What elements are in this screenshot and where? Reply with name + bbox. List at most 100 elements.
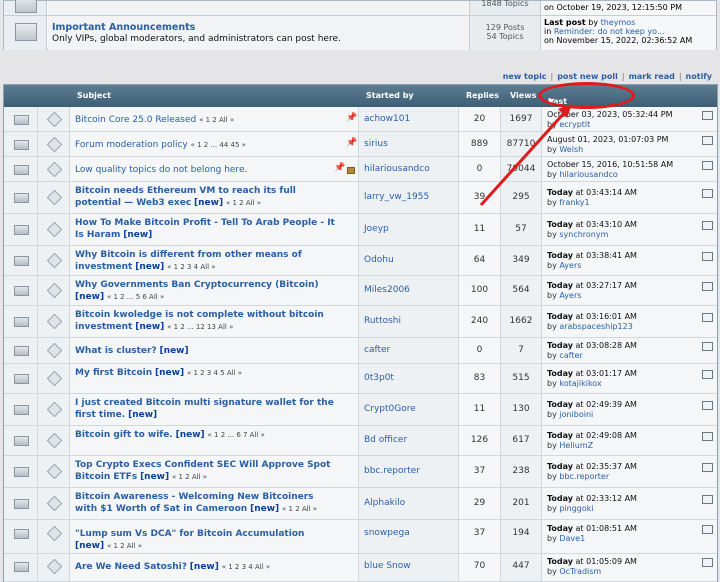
go-to-last-post-icon[interactable] (702, 495, 713, 504)
page-links[interactable]: « 1 2 All » (172, 473, 207, 481)
new-badge[interactable]: [new] (194, 198, 223, 208)
topic-starter-link[interactable]: blue Snow (364, 561, 411, 571)
last-post-user-link[interactable]: ecryptit (559, 120, 590, 129)
topic-starter-link[interactable]: Ruttoshi (364, 316, 401, 326)
new-topic-link[interactable]: new topic (503, 72, 547, 81)
last-post-user-link[interactable]: franky1 (559, 198, 589, 207)
page-links[interactable]: « 1 2 ... 5 6 All » (107, 293, 164, 301)
topic-row[interactable]: Why Governments Ban Cryptocurrency (Bitc… (4, 276, 717, 306)
topic-starter-link[interactable]: larry_vw_1955 (364, 192, 429, 202)
page-links[interactable]: « 1 2 3 4 All » (167, 263, 215, 271)
last-post-topic[interactable]: Reminder: do not keep yo... (554, 27, 665, 36)
topic-title-link[interactable]: Bitcoin Core 25.0 Released (75, 115, 196, 125)
topic-row[interactable]: "Lump sum Vs DCA" for Bitcoin Accumulati… (4, 520, 717, 554)
topic-row[interactable]: Why Bitcoin is different from other mean… (4, 246, 717, 276)
topic-title-link[interactable]: My first Bitcoin (75, 368, 152, 378)
new-badge[interactable]: [new] (160, 346, 189, 356)
page-links[interactable]: « 1 2 All » (107, 542, 142, 550)
topic-row[interactable]: Top Crypto Execs Confident SEC Will Appr… (4, 456, 717, 488)
go-to-last-post-icon[interactable] (702, 282, 713, 291)
replies-header[interactable]: Replies (466, 91, 499, 100)
topic-row[interactable]: Are We Need Satoshi? [new] « 1 2 3 4 All… (4, 554, 717, 582)
subject-header[interactable]: Subject (77, 91, 111, 100)
topic-title-link[interactable]: What is cluster? (75, 346, 157, 356)
go-to-last-post-icon[interactable] (702, 189, 713, 198)
last-post-user-link[interactable]: bbc.reporter (559, 472, 609, 481)
topic-starter-link[interactable]: cafter (364, 345, 390, 355)
page-links[interactable]: « 1 2 All » (282, 505, 317, 513)
topic-row[interactable]: Bitcoin Core 25.0 Released « 1 2 All » a… (4, 107, 717, 132)
new-badge[interactable]: [new] (135, 322, 164, 332)
page-links[interactable]: « 1 2 All » (226, 199, 261, 207)
new-badge[interactable]: [new] (75, 541, 104, 551)
topic-title-link[interactable]: Bitcoin needs Ethereum VM to reach its f… (75, 186, 296, 208)
topic-starter-link[interactable]: bbc.reporter (364, 466, 420, 476)
topic-title-link[interactable]: Why Governments Ban Cryptocurrency (Bitc… (75, 280, 319, 290)
go-to-last-post-icon[interactable] (702, 558, 713, 567)
new-badge[interactable]: [new] (140, 472, 169, 482)
new-badge[interactable]: [new] (250, 504, 279, 514)
topic-starter-link[interactable]: Crypt0Gore (364, 404, 416, 414)
go-to-last-post-icon[interactable] (702, 252, 713, 261)
go-to-last-post-icon[interactable] (702, 313, 713, 322)
topic-title-link[interactable]: Bitcoin gift to wife. (75, 430, 173, 440)
go-to-last-post-icon[interactable] (702, 136, 713, 145)
new-badge[interactable]: [new] (128, 410, 157, 420)
go-to-last-post-icon[interactable] (702, 221, 713, 230)
go-to-last-post-icon[interactable] (702, 370, 713, 379)
page-links[interactable]: « 1 2 ... 12 13 All » (167, 323, 233, 331)
last-post-user[interactable]: theymos (601, 18, 636, 27)
new-badge[interactable]: [new] (123, 230, 152, 240)
last-post-user-link[interactable]: hilariousandco (559, 170, 617, 179)
topic-title-link[interactable]: "Lump sum Vs DCA" for Bitcoin Accumulati… (75, 529, 304, 539)
new-badge[interactable]: [new] (190, 562, 219, 572)
topic-title-link[interactable]: Forum moderation policy (75, 140, 188, 150)
views-header[interactable]: Views (510, 91, 536, 100)
last-post-user-link[interactable]: joniboini (559, 410, 593, 419)
last-post-user-link[interactable]: pinggoki (559, 504, 593, 513)
topic-title-link[interactable]: Are We Need Satoshi? (75, 562, 187, 572)
page-links[interactable]: « 1 2 All » (199, 116, 234, 124)
topic-starter-link[interactable]: Alphakilo (364, 498, 405, 508)
board-title[interactable]: Important Announcements (52, 22, 195, 33)
new-badge[interactable]: [new] (155, 368, 184, 378)
topic-starter-link[interactable]: snowpega (364, 528, 410, 538)
topic-row[interactable]: How To Make Bitcoin Profit - Tell To Ara… (4, 214, 717, 246)
topic-row[interactable]: Low quality topics do not belong here. h… (4, 157, 717, 182)
go-to-last-post-icon[interactable] (702, 342, 713, 351)
last-post-user-link[interactable]: synchronym (559, 230, 608, 239)
mark-read-link[interactable]: mark read (629, 72, 675, 81)
topic-starter-link[interactable]: Odohu (364, 255, 394, 265)
board-row[interactable]: 1848 Topics on October 19, 2023, 12:15:5… (4, 0, 716, 16)
last-post-user-link[interactable]: Welsh (559, 145, 583, 154)
last-post-user-link[interactable]: kotajikikox (559, 379, 601, 388)
notify-link[interactable]: notify (686, 72, 712, 81)
page-links[interactable]: « 1 2 ... 6 7 All » (208, 431, 265, 439)
go-to-last-post-icon[interactable] (702, 111, 713, 120)
topic-row[interactable]: Bitcoin Awareness - Welcoming New Bitcoi… (4, 488, 717, 520)
topic-title-link[interactable]: Low quality topics do not belong here. (75, 165, 247, 175)
go-to-last-post-icon[interactable] (702, 161, 713, 170)
last-post-user-link[interactable]: arabspaceship123 (559, 322, 632, 331)
topic-title-link[interactable]: I just created Bitcoin multi signature w… (75, 398, 334, 420)
go-to-last-post-icon[interactable] (702, 401, 713, 410)
last-post-user-link[interactable]: Ayers (559, 261, 581, 270)
last-post-user-link[interactable]: HeliumZ (559, 441, 593, 450)
go-to-last-post-icon[interactable] (702, 525, 713, 534)
go-to-last-post-icon[interactable] (702, 432, 713, 441)
topic-starter-link[interactable]: Joeyp (364, 224, 389, 234)
topic-starter-link[interactable]: sirius (364, 139, 388, 149)
topic-row[interactable]: Bitcoin kwoledge is not complete without… (4, 306, 717, 338)
topic-starter-link[interactable]: Miles2006 (364, 285, 410, 295)
topic-row[interactable]: I just created Bitcoin multi signature w… (4, 394, 717, 426)
go-to-last-post-icon[interactable] (702, 463, 713, 472)
last-post-user-link[interactable]: Ayers (559, 291, 581, 300)
topic-row[interactable]: My first Bitcoin [new] « 1 2 3 4 5 All »… (4, 364, 717, 394)
topic-row[interactable]: Forum moderation policy « 1 2 ... 44 45 … (4, 132, 717, 157)
topic-starter-link[interactable]: achow101 (364, 114, 410, 124)
last-post-user-link[interactable]: Dave1 (559, 534, 585, 543)
last-post-user-link[interactable]: OcTradism (559, 567, 601, 576)
topic-starter-link[interactable]: 0t3p0t (364, 373, 394, 383)
new-badge[interactable]: [new] (75, 292, 104, 302)
page-links[interactable]: « 1 2 ... 44 45 » (191, 141, 246, 149)
